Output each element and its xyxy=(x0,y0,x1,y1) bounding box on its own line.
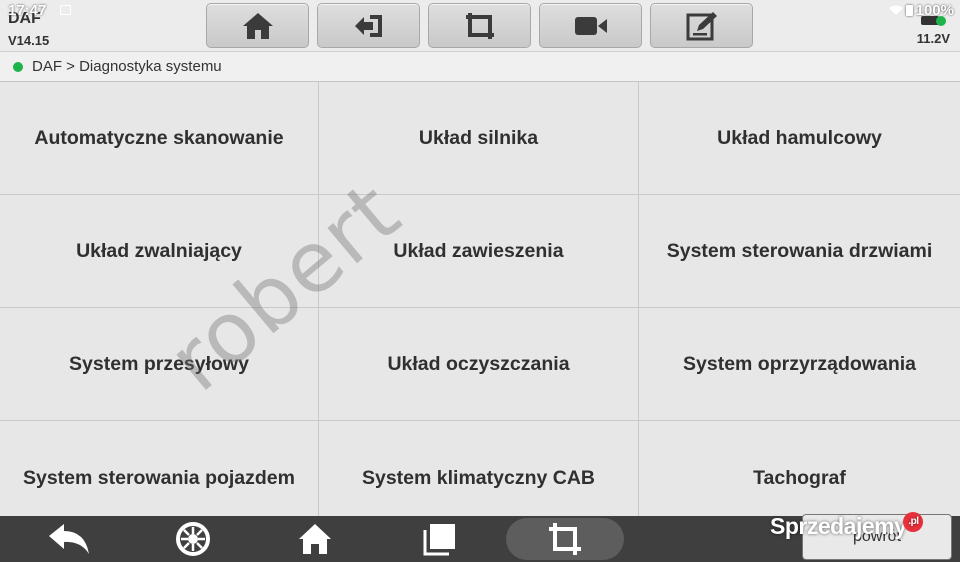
nav-recent-apps-button[interactable] xyxy=(420,521,458,557)
home-icon xyxy=(299,524,331,554)
system-tile[interactable]: Tachograf xyxy=(639,421,960,516)
record-button[interactable] xyxy=(539,3,642,48)
edit-icon xyxy=(686,11,717,40)
report-button[interactable] xyxy=(650,3,753,48)
exit-button[interactable] xyxy=(317,3,420,48)
breadcrumb: DAF > Diagnostyka systemu xyxy=(0,52,960,82)
image-notification-icon xyxy=(60,5,71,15)
wifi-icon xyxy=(888,5,903,15)
software-version: V14.15 xyxy=(8,33,50,48)
video-camera-icon xyxy=(574,16,607,35)
exit-icon xyxy=(354,14,382,37)
system-tile[interactable]: System przesyłowy xyxy=(0,308,319,421)
top-header: DAF 17:47 V14.15 100% 11.2V xyxy=(0,0,960,52)
breadcrumb-text: DAF > Diagnostyka systemu xyxy=(32,58,222,75)
crop-icon xyxy=(549,523,581,555)
system-tile[interactable]: Układ zawieszenia xyxy=(319,195,639,308)
back-arrow-icon xyxy=(49,524,89,554)
connection-status-dot xyxy=(13,61,23,72)
system-tile[interactable]: System sterowania drzwiami xyxy=(639,195,960,308)
crop-icon xyxy=(465,12,494,39)
system-tile[interactable]: Układ zwalniający xyxy=(0,195,319,308)
site-logo: Sprzedajemy .pl xyxy=(770,512,926,542)
windows-icon xyxy=(423,524,455,556)
status-time: 17:47 xyxy=(8,2,47,19)
system-tile[interactable]: Automatyczne skanowanie xyxy=(0,82,319,195)
nav-screenshot-button[interactable] xyxy=(545,521,585,557)
top-toolbar xyxy=(206,3,753,48)
system-tile[interactable]: Układ hamulcowy xyxy=(639,82,960,195)
vci-connection-icon xyxy=(921,16,946,26)
screenshot-button[interactable] xyxy=(428,3,531,48)
nav-back-button[interactable] xyxy=(46,521,92,557)
system-grid: Automatyczne skanowanie Układ silnika Uk… xyxy=(0,82,960,516)
home-button[interactable] xyxy=(206,3,309,48)
nav-diagnostics-button[interactable] xyxy=(174,521,212,557)
battery-voltage: 11.2V xyxy=(916,31,950,46)
nav-home-button[interactable] xyxy=(296,521,334,557)
system-tile[interactable]: System oprzyrządowania xyxy=(639,308,960,421)
system-tile[interactable]: System sterowania pojazdem xyxy=(0,421,319,516)
home-icon xyxy=(242,12,273,39)
tire-icon xyxy=(176,522,210,556)
battery-icon xyxy=(905,5,913,16)
system-tile[interactable]: Układ silnika xyxy=(319,82,639,195)
system-tile[interactable]: Układ oczyszczania xyxy=(319,308,639,421)
system-tile[interactable]: System klimatyczny CAB xyxy=(319,421,639,516)
